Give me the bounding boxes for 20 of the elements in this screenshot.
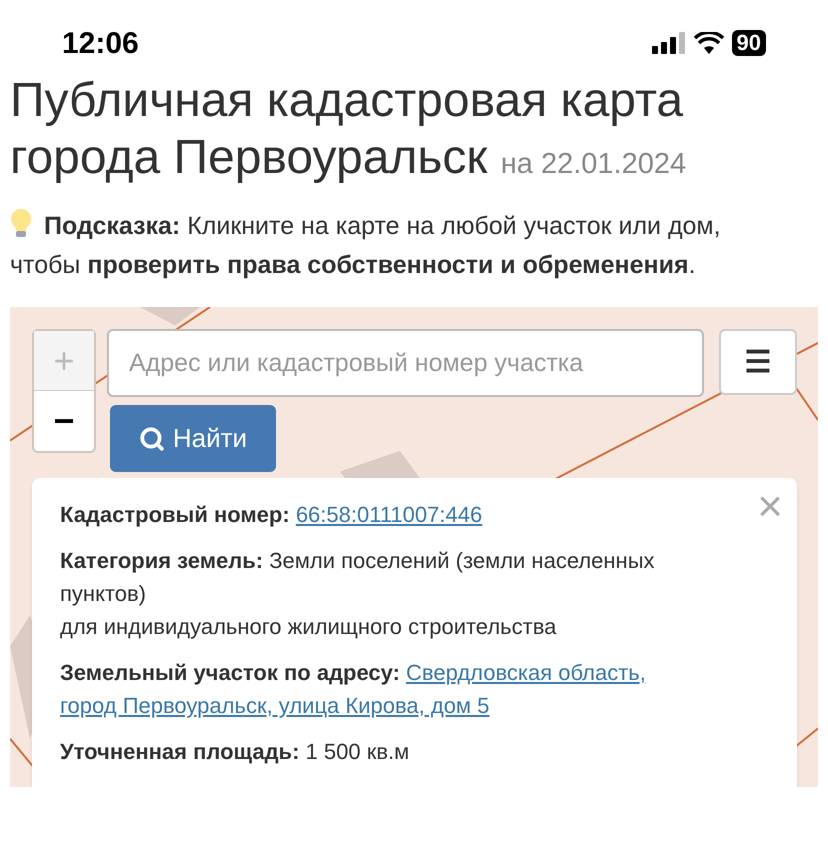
- lightbulb-icon: [10, 208, 32, 238]
- menu-button[interactable]: ☰: [719, 329, 797, 395]
- info-field: Категория земель: Земли поселений (земли населенных пунктов): [60, 544, 729, 610]
- info-link[interactable]: 66:58:0111007:446: [296, 502, 482, 527]
- info-field: Уточненная площадь: 1 500 кв.м: [60, 735, 729, 768]
- info-field: Земельный участок по адресу: Свердловская область,: [60, 656, 729, 689]
- wifi-icon: [694, 32, 724, 54]
- battery-indicator: 90: [732, 30, 766, 56]
- zoom-out-button[interactable]: −: [34, 391, 94, 451]
- info-link[interactable]: Свердловская область,: [406, 660, 646, 685]
- search-field[interactable]: Адрес или кадастровый номер участка: [107, 329, 704, 397]
- info-link[interactable]: город Первоуральск, улица Кирова, дом 5: [60, 693, 490, 718]
- hint-text: Подсказка: Кликните на карте на любой участок или дом, чтобы проверить права собственности и обременения.: [10, 207, 778, 285]
- info-note: для индивидуального жилищного строительства: [60, 613, 558, 641]
- status-time: 12:06: [62, 26, 139, 62]
- search-icon: [138, 426, 165, 452]
- page-title: Публичная кадастровая карта города Первоуральск на 22.01.2024: [9, 73, 688, 186]
- find-button[interactable]: Найти: [110, 405, 276, 472]
- signal-icon: [652, 32, 686, 54]
- info-field: Кадастровый номер: 66:58:0111007:446: [60, 498, 729, 531]
